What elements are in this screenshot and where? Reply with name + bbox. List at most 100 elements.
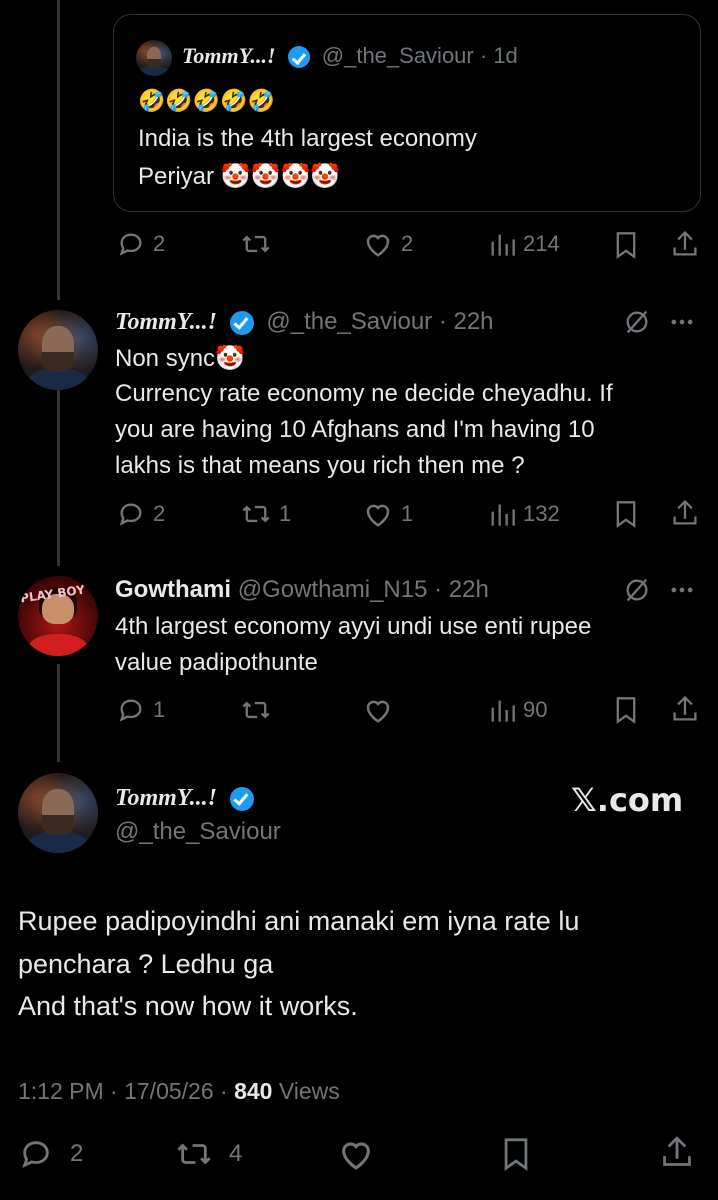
repost-icon xyxy=(242,505,270,523)
post-meta: 1:12 PM · 17/05/26 · 840 Views xyxy=(18,1078,340,1105)
like-count: 2 xyxy=(401,231,414,256)
bookmark-icon xyxy=(616,697,636,724)
repost-icon xyxy=(242,701,270,719)
repost-icon xyxy=(177,1143,211,1165)
post-text-line: 4th largest economy ayyi undi use enti r… xyxy=(115,613,592,640)
post-text-line: you are having 10 Afghans and I'm having… xyxy=(115,416,595,443)
avatar[interactable] xyxy=(18,773,98,853)
thread-line-bottom xyxy=(57,664,60,762)
thread-line-middle xyxy=(57,368,60,566)
views-button[interactable]: 90 xyxy=(489,696,547,724)
author-handle[interactable]: @_the_Saviour xyxy=(322,43,474,68)
repost-count: 1 xyxy=(279,501,292,526)
views-button[interactable]: 132 xyxy=(489,500,560,528)
reply-count: 1 xyxy=(153,697,166,722)
grok-button[interactable] xyxy=(623,308,651,341)
repost-button[interactable]: 1 xyxy=(241,500,291,528)
analytics-icon xyxy=(491,700,515,722)
like-button[interactable] xyxy=(363,696,401,724)
views-count: 90 xyxy=(523,697,548,722)
views-count: 214 xyxy=(523,231,560,256)
grok-icon xyxy=(626,578,648,602)
repost-button[interactable]: 4 xyxy=(173,1137,242,1171)
post-time: · 1d xyxy=(479,43,518,68)
avatar[interactable] xyxy=(136,40,172,76)
views-count: 840 xyxy=(234,1078,273,1104)
more-options-button[interactable] xyxy=(668,308,696,341)
reply-button[interactable]: 1 xyxy=(117,696,165,724)
reply-button[interactable]: 2 xyxy=(117,230,165,258)
more-options-button[interactable] xyxy=(668,576,696,609)
analytics-icon xyxy=(491,504,515,526)
post-timestamp[interactable]: 1:12 PM · 17/05/26 · xyxy=(18,1078,234,1104)
author-name[interactable]: TommY...! xyxy=(115,785,217,811)
reply-icon xyxy=(22,1141,49,1169)
watermark: 𝕏.com xyxy=(571,781,684,819)
heart-icon xyxy=(366,234,390,257)
share-icon xyxy=(663,1136,691,1166)
quoted-tweet-card[interactable]: TommY...! @_the_Saviour · 1d 🤣🤣🤣🤣🤣 India… xyxy=(113,14,701,212)
share-button[interactable] xyxy=(671,229,699,264)
thread-line-top xyxy=(57,0,60,300)
views-button[interactable]: 214 xyxy=(489,230,560,258)
bookmark-icon xyxy=(616,501,636,528)
bookmark-button[interactable] xyxy=(613,500,639,533)
post-text-line: India is the 4th largest economy xyxy=(138,125,477,152)
author-name[interactable]: TommY...! xyxy=(182,43,276,68)
heart-icon xyxy=(366,700,390,723)
post-text-line: Periyar 🤡🤡🤡🤡 xyxy=(138,163,341,190)
grok-button[interactable] xyxy=(623,576,651,609)
verified-badge-icon xyxy=(229,786,254,811)
author-name[interactable]: TommY...! xyxy=(115,309,217,335)
post-text-line: penchara ? Ledhu ga xyxy=(18,949,274,979)
post-text-line: Rupee padipoyindhi ani manaki em iyna ra… xyxy=(18,906,580,936)
post-text-line: And that's now how it works. xyxy=(18,991,358,1021)
bookmark-icon xyxy=(616,232,636,259)
reply-button[interactable]: 2 xyxy=(18,1137,83,1171)
bookmark-button[interactable] xyxy=(613,231,639,264)
repost-count: 4 xyxy=(229,1140,243,1167)
views-count: 132 xyxy=(523,501,560,526)
post-text-line: Non sync🤡 xyxy=(115,345,245,372)
share-button[interactable] xyxy=(671,498,699,533)
reply-button[interactable]: 2 xyxy=(117,500,165,528)
bookmark-button[interactable] xyxy=(500,1137,532,1176)
more-icon xyxy=(671,587,693,593)
reply-icon xyxy=(119,503,142,526)
repost-button[interactable] xyxy=(241,696,279,724)
verified-badge-icon xyxy=(287,46,310,69)
like-count: 1 xyxy=(401,501,414,526)
reply-count: 2 xyxy=(153,231,166,256)
author-handle[interactable]: @Gowthami_N15 xyxy=(238,576,428,603)
like-button[interactable]: 1 xyxy=(363,500,413,528)
reply-count: 2 xyxy=(70,1140,84,1167)
post-emoji-line: 🤣🤣🤣🤣🤣 xyxy=(138,89,275,114)
post-text-line: value padipothunte xyxy=(115,649,318,676)
author-handle[interactable]: @_the_Saviour xyxy=(266,308,432,335)
author-handle[interactable]: @_the_Saviour xyxy=(115,818,281,846)
like-button[interactable] xyxy=(336,1137,376,1176)
repost-button[interactable] xyxy=(241,230,279,258)
heart-icon xyxy=(366,504,390,527)
bookmark-button[interactable] xyxy=(613,696,639,729)
post-text-line: lakhs is that means you rich then me ? xyxy=(115,452,525,479)
share-icon xyxy=(673,695,697,721)
views-label: Views xyxy=(272,1078,340,1104)
like-button[interactable]: 2 xyxy=(363,230,413,258)
share-button[interactable] xyxy=(671,694,699,729)
avatar[interactable] xyxy=(18,310,98,390)
avatar[interactable]: PLAY BOY xyxy=(18,576,98,656)
bookmark-icon xyxy=(504,1138,528,1171)
grok-icon xyxy=(626,310,648,334)
verified-badge-icon xyxy=(229,310,254,335)
reply-count: 2 xyxy=(153,501,166,526)
heart-icon xyxy=(342,1142,370,1170)
post-text-line: Currency rate economy ne decide cheyadhu… xyxy=(115,380,613,407)
more-icon xyxy=(671,319,693,325)
share-button[interactable] xyxy=(660,1134,694,1175)
reply-icon xyxy=(119,233,142,256)
author-name[interactable]: Gowthami xyxy=(115,576,231,603)
post-time: · 22h xyxy=(438,308,494,335)
share-icon xyxy=(673,499,697,525)
reply-icon xyxy=(119,699,142,722)
